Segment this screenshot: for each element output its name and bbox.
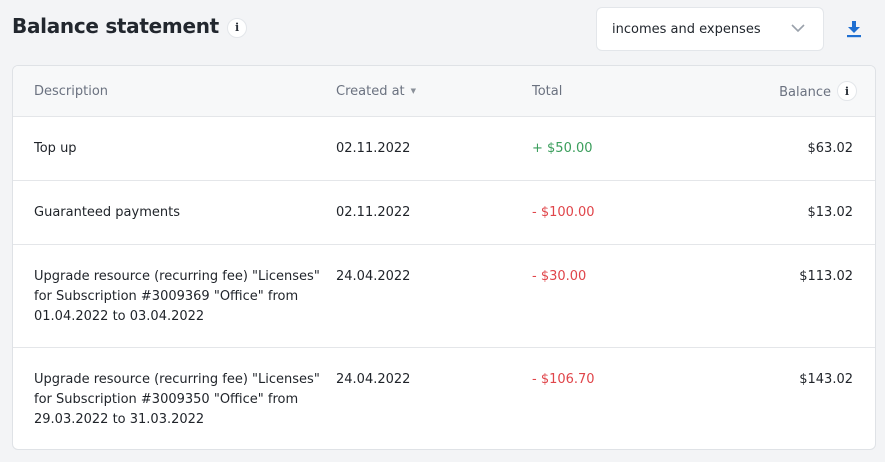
row-description: Upgrade resource (recurring fee) "Licens… [34, 269, 320, 324]
row-total: + $50.00 [532, 141, 593, 156]
table-row: Top up 02.11.2022 + $50.00 $63.02 [13, 117, 875, 181]
table-header: Description Created at ▼ Total Balance i [13, 66, 875, 117]
row-balance: $143.02 [799, 372, 853, 387]
row-description: Top up [34, 141, 77, 156]
download-icon [847, 21, 861, 38]
info-icon[interactable]: i [837, 81, 857, 101]
column-header-balance-label: Balance [779, 85, 831, 100]
row-created-at: 24.04.2022 [336, 269, 411, 284]
page-title-text: Balance statement [12, 14, 219, 38]
sort-desc-icon: ▼ [410, 87, 417, 95]
balance-table: Description Created at ▼ Total Balance i … [12, 65, 876, 450]
row-created-at: 02.11.2022 [336, 205, 411, 220]
column-header-description: Description [34, 84, 109, 99]
row-description: Guaranteed payments [34, 205, 180, 220]
row-balance: $13.02 [807, 205, 854, 220]
column-header-created-at[interactable]: Created at ▼ [336, 84, 416, 99]
row-total: - $106.70 [532, 372, 595, 387]
row-created-at: 24.04.2022 [336, 372, 411, 387]
table-row: Guaranteed payments 02.11.2022 - $100.00… [13, 181, 875, 245]
filter-select-value: incomes and expenses [612, 21, 761, 37]
filter-select[interactable]: incomes and expenses [596, 7, 824, 51]
row-created-at: 02.11.2022 [336, 141, 411, 156]
column-header-created-at-label: Created at [336, 84, 405, 99]
info-icon[interactable]: i [226, 17, 247, 38]
row-total: - $30.00 [532, 269, 587, 284]
table-row: Upgrade resource (recurring fee) "Licens… [13, 245, 875, 348]
row-description: Upgrade resource (recurring fee) "Licens… [34, 372, 320, 427]
chevron-down-icon [791, 24, 805, 33]
column-header-balance: Balance i [779, 81, 857, 101]
page-title: Balance statement i [12, 14, 247, 38]
row-total: - $100.00 [532, 205, 595, 220]
table-row: Upgrade resource (recurring fee) "Licens… [13, 348, 875, 449]
row-balance: $63.02 [807, 141, 854, 156]
column-header-total: Total [532, 84, 563, 99]
row-balance: $113.02 [799, 269, 853, 284]
download-button[interactable] [843, 18, 865, 40]
